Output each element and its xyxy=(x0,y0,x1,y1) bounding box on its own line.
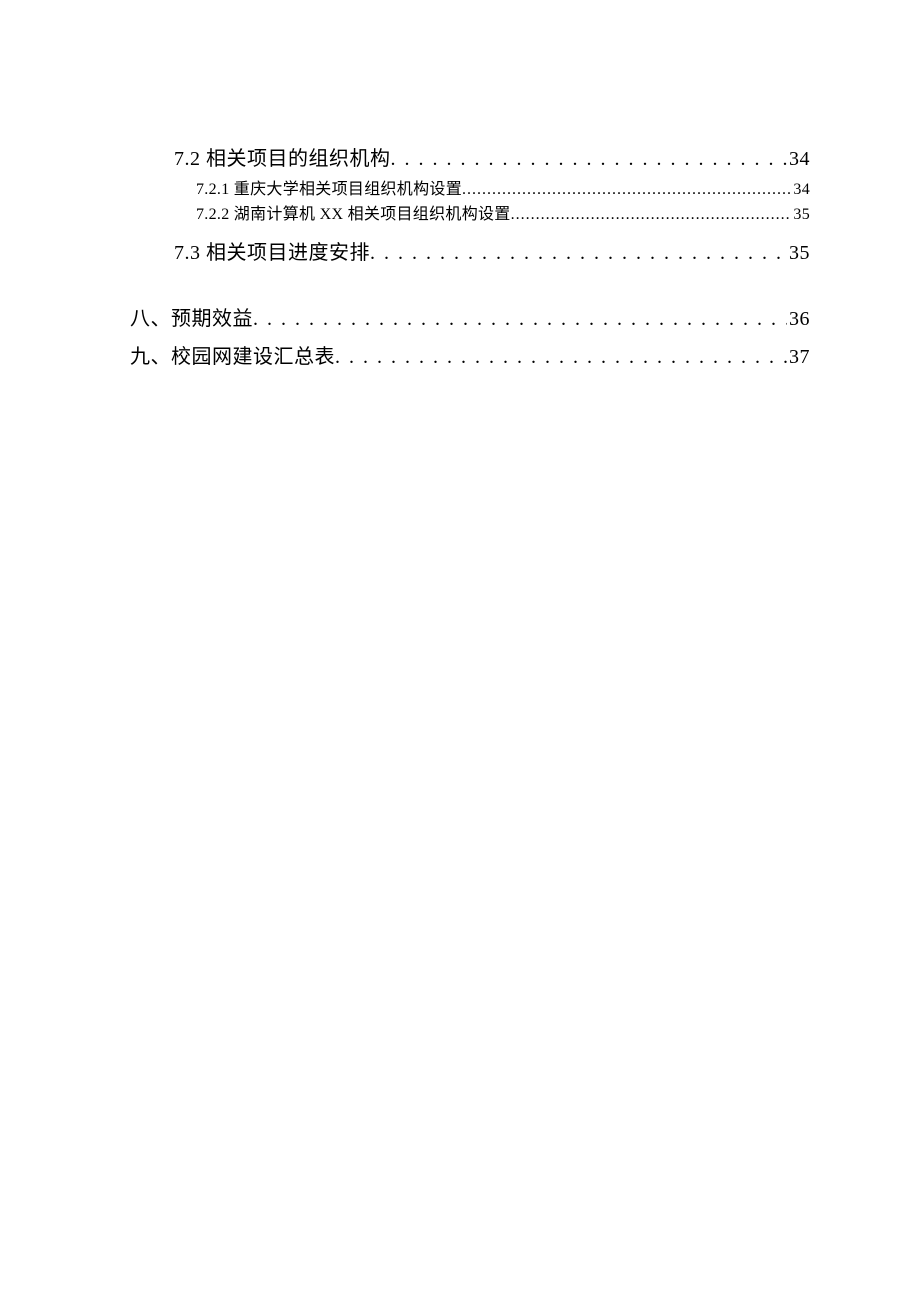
toc-leader-dots xyxy=(462,178,791,203)
table-of-contents: 7.2 相关项目的组织机构 347.2.1 重庆大学相关项目组织机构设置 347… xyxy=(110,140,810,376)
toc-entry-page: 35 xyxy=(791,203,810,228)
toc-leader-dots xyxy=(391,140,788,178)
toc-entry-label: 7.3 相关项目进度安排 xyxy=(174,234,370,272)
toc-leader-dots xyxy=(370,234,787,272)
toc-entry: 八、预期效益 36 xyxy=(110,300,810,338)
document-page: 7.2 相关项目的组织机构 347.2.1 重庆大学相关项目组织机构设置 347… xyxy=(0,0,920,1301)
toc-entry-page: 37 xyxy=(787,338,810,376)
toc-leader-dots xyxy=(253,300,787,338)
toc-entry: 7.3 相关项目进度安排 35 xyxy=(110,234,810,272)
toc-entry-page: 36 xyxy=(787,300,810,338)
toc-leader-dots xyxy=(511,203,792,228)
toc-entry-page: 35 xyxy=(787,234,810,272)
toc-entry: 7.2.2 湖南计算机 XX 相关项目组织机构设置 35 xyxy=(110,203,810,228)
toc-entry: 九、校园网建设汇总表 37 xyxy=(110,338,810,376)
toc-leader-dots xyxy=(335,338,787,376)
toc-entry-label: 八、预期效益 xyxy=(130,300,253,338)
toc-entry-page: 34 xyxy=(787,140,810,178)
toc-entry-label: 7.2 相关项目的组织机构 xyxy=(174,140,391,178)
toc-entry: 7.2.1 重庆大学相关项目组织机构设置 34 xyxy=(110,178,810,203)
toc-entry-label: 7.2.1 重庆大学相关项目组织机构设置 xyxy=(196,178,462,203)
toc-entry-label: 7.2.2 湖南计算机 XX 相关项目组织机构设置 xyxy=(196,203,511,228)
toc-entry-label: 九、校园网建设汇总表 xyxy=(130,338,335,376)
toc-entry-page: 34 xyxy=(791,178,810,203)
toc-entry: 7.2 相关项目的组织机构 34 xyxy=(110,140,810,178)
